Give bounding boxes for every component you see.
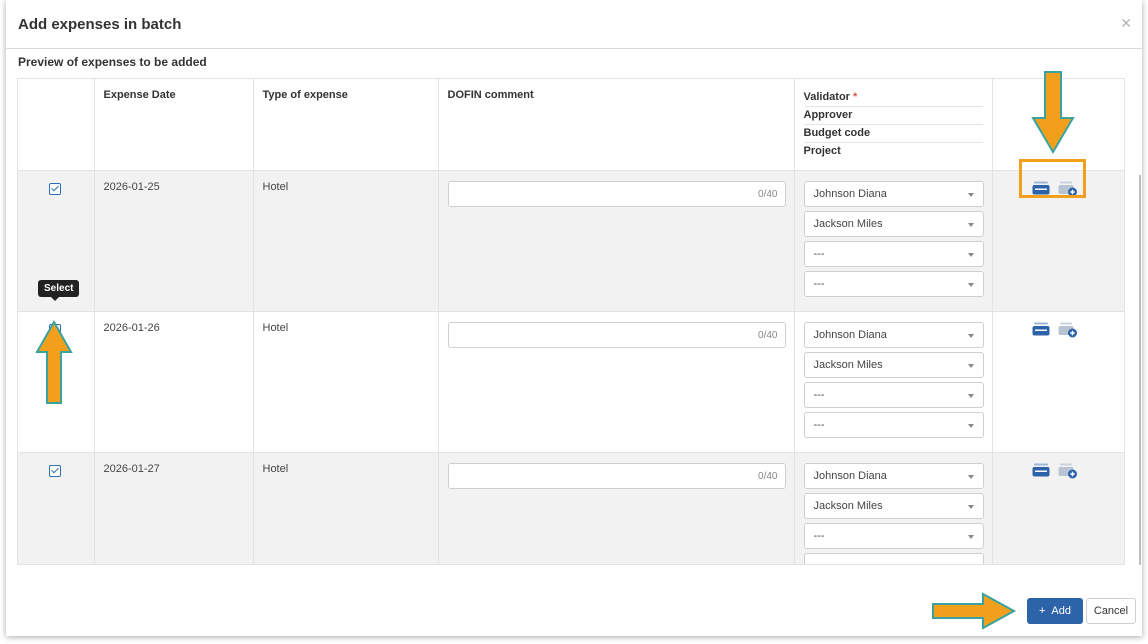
validator-select[interactable]: Johnson Diana (803, 181, 984, 207)
validator-header: Validator (803, 91, 850, 103)
project-header: Project (803, 145, 841, 157)
assignment-cell: Johnson Diana Jackson Miles --- --- (794, 311, 993, 453)
expense-date-cell: 2026-01-25 (94, 170, 254, 312)
cancel-button[interactable]: Cancel (1086, 598, 1136, 624)
copy-row-icon[interactable] (1032, 463, 1050, 477)
expenses-preview-table: Expense Date Type of expense DOFIN comme… (17, 78, 1125, 565)
project-select[interactable]: --- (803, 553, 984, 564)
table-row: 2026-01-26 Hotel 0/40 Johnson Diana Jackson … (18, 311, 1124, 453)
approver-select[interactable]: Jackson Miles (803, 211, 984, 237)
select-column-header (18, 79, 95, 171)
assignment-header: Validator * Approver Budget code Project (794, 79, 993, 171)
assignment-cell: Johnson Diana Jackson Miles --- --- (794, 170, 993, 312)
add-button-label: Add (1051, 605, 1071, 617)
approver-select[interactable]: Jackson Miles (803, 493, 984, 519)
table-row: 2026-01-27 Hotel 0/40 Johnson Diana Jackson … (18, 452, 1124, 565)
add-row-icon[interactable] (1058, 463, 1077, 479)
approver-header: Approver (803, 107, 983, 125)
add-expenses-dialog: Add expenses in batch ✕ Preview of expen… (6, 0, 1142, 636)
expense-date-header: Expense Date (94, 79, 254, 171)
project-select[interactable]: --- (803, 271, 984, 297)
plus-icon: + (1038, 605, 1046, 617)
budget-code-select[interactable]: --- (803, 382, 984, 408)
row-icons-highlight (1019, 159, 1086, 198)
expense-date-cell: 2026-01-26 (94, 311, 254, 453)
down-arrow-annotation (1031, 71, 1075, 154)
budget-code-select[interactable]: --- (803, 241, 984, 267)
dofin-comment-cell: 0/40 (438, 311, 795, 453)
close-icon[interactable]: ✕ (1120, 15, 1132, 32)
dofin-comment-input[interactable]: 0/40 (447, 463, 786, 489)
add-button[interactable]: + Add (1027, 598, 1083, 624)
dofin-comment-input[interactable]: 0/40 (447, 181, 786, 207)
dofin-comment-cell: 0/40 (438, 452, 795, 564)
dofin-comment-cell: 0/40 (438, 170, 795, 312)
validator-select[interactable]: Johnson Diana (803, 463, 984, 489)
row-select-checkbox[interactable] (49, 465, 61, 477)
type-of-expense-cell: Hotel (253, 170, 439, 312)
actions-cell (992, 453, 1124, 565)
dialog-title: Add expenses in batch (18, 15, 182, 33)
type-of-expense-cell: Hotel (253, 311, 439, 453)
char-counter: 0/40 (758, 471, 778, 482)
budget-code-header: Budget code (803, 125, 983, 143)
table-header-row: Expense Date Type of expense DOFIN comme… (18, 79, 1124, 171)
copy-row-icon[interactable] (1032, 322, 1050, 336)
right-arrow-annotation (932, 592, 1017, 630)
dofin-comment-header: DOFIN comment (438, 79, 795, 171)
char-counter: 0/40 (758, 189, 778, 200)
expense-date-cell: 2026-01-27 (94, 452, 254, 564)
actions-cell (992, 312, 1124, 453)
dialog-header: Add expenses in batch ✕ (6, 0, 1142, 49)
row-select-checkbox[interactable] (49, 183, 61, 195)
dofin-comment-input[interactable]: 0/40 (447, 322, 786, 348)
project-select[interactable]: --- (803, 412, 984, 438)
section-title: Preview of expenses to be added (18, 55, 207, 69)
select-tooltip: Select (38, 280, 80, 301)
up-arrow-annotation (35, 320, 73, 404)
scrollbar[interactable] (1139, 175, 1141, 565)
add-row-icon[interactable] (1058, 322, 1077, 338)
type-of-expense-cell: Hotel (253, 452, 439, 564)
validator-select[interactable]: Johnson Diana (803, 322, 984, 348)
assignment-cell: Johnson Diana Jackson Miles --- --- (794, 452, 993, 564)
required-marker: * (853, 91, 858, 103)
table-row: 2026-01-25 Hotel 0/40 Johnson Diana Jackson … (18, 170, 1124, 312)
budget-code-select[interactable]: --- (803, 523, 984, 549)
char-counter: 0/40 (758, 330, 778, 341)
select-cell (18, 452, 95, 564)
approver-select[interactable]: Jackson Miles (803, 352, 984, 378)
type-of-expense-header: Type of expense (253, 79, 439, 171)
